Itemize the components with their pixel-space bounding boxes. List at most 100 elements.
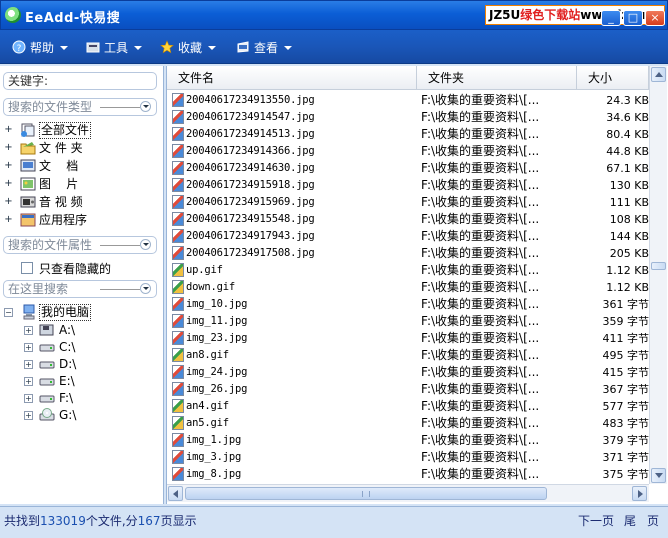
table-row[interactable]: 20040617234915548.jpg F:\收集的重要资料\[... 108 …: [167, 211, 649, 228]
drive-item[interactable]: + A:\: [0, 322, 160, 339]
file-size-cell: 130 KB: [609, 179, 649, 192]
file-size-cell: 80.4 KB: [606, 128, 649, 141]
drive-label: G:\: [59, 408, 77, 422]
file-size-cell: 375 字节: [602, 468, 650, 481]
table-row[interactable]: img_8.jpg F:\收集的重要资料\[... 375 字节: [167, 466, 649, 483]
location-combo[interactable]: 在这里搜索: [3, 280, 157, 298]
file-attr-combo[interactable]: 搜索的文件属性: [3, 236, 157, 254]
table-row[interactable]: img_24.jpg F:\收集的重要资料\[... 415 字节: [167, 364, 649, 381]
table-row[interactable]: img_10.jpg F:\收集的重要资料\[... 361 字节: [167, 296, 649, 313]
drive-label: A:\: [59, 323, 76, 337]
table-row[interactable]: 20040617234914630.jpg F:\收集的重要资料\[... 67.1…: [167, 160, 649, 177]
drive-item[interactable]: + G:\: [0, 407, 160, 424]
table-row[interactable]: 20040617234915969.jpg F:\收集的重要资料\[... 111 …: [167, 194, 649, 211]
drive-item[interactable]: + E:\: [0, 373, 160, 390]
file-type-item[interactable]: + 图 片: [0, 176, 160, 193]
file-type-item[interactable]: + 文 档: [0, 158, 160, 175]
file-type-item[interactable]: + 音 视 频: [0, 194, 160, 211]
scroll-thumb[interactable]: [651, 262, 666, 270]
expand-icon[interactable]: +: [24, 394, 33, 403]
horizontal-scrollbar[interactable]: [167, 484, 649, 502]
scroll-up-button[interactable]: [651, 67, 666, 82]
drive-item[interactable]: + D:\: [0, 356, 160, 373]
last-page-link[interactable]: 尾: [624, 512, 636, 529]
file-type-combo[interactable]: 搜索的文件类型: [3, 98, 157, 116]
column-size[interactable]: 大小: [577, 66, 649, 90]
expand-icon[interactable]: +: [24, 343, 33, 352]
jpg-file-icon: [172, 297, 184, 311]
close-icon[interactable]: ×: [645, 10, 665, 26]
column-folder[interactable]: 文件夹: [417, 66, 577, 90]
menu-view[interactable]: 查看: [236, 39, 293, 57]
vertical-scrollbar[interactable]: [649, 66, 667, 484]
file-size-cell: 367 字节: [602, 383, 650, 396]
drive-item[interactable]: + C:\: [0, 339, 160, 356]
chevron-down-icon[interactable]: [140, 101, 151, 112]
file-type-label: 图 片: [39, 177, 79, 191]
next-page-link[interactable]: 下一页: [578, 512, 614, 529]
table-row[interactable]: 20040617234917508.jpg F:\收集的重要资料\[... 205 …: [167, 245, 649, 262]
table-row[interactable]: 20040617234914547.jpg F:\收集的重要资料\[... 34.6…: [167, 109, 649, 126]
expand-icon[interactable]: +: [4, 197, 13, 207]
menu-tools[interactable]: 工具: [86, 39, 143, 57]
table-row[interactable]: img_3.jpg F:\收集的重要资料\[... 371 字节: [167, 449, 649, 466]
hidden-only-checkbox[interactable]: [21, 262, 33, 274]
table-row[interactable]: down.gif F:\收集的重要资料\[... 1.12 KB: [167, 279, 649, 296]
table-row[interactable]: img_23.jpg F:\收集的重要资料\[... 411 字节: [167, 330, 649, 347]
result-summary: 共找到133019个文件,分167页显示: [4, 512, 197, 529]
table-row[interactable]: 20040617234914513.jpg F:\收集的重要资料\[... 80.4…: [167, 126, 649, 143]
table-row[interactable]: img_26.jpg F:\收集的重要资料\[... 367 字节: [167, 381, 649, 398]
keyword-input[interactable]: 关键字:: [3, 72, 157, 90]
column-name[interactable]: 文件名: [167, 66, 417, 90]
scroll-down-button[interactable]: [651, 468, 666, 483]
drive-item[interactable]: + F:\: [0, 390, 160, 407]
menu-help[interactable]: ? 帮助: [12, 39, 69, 57]
expand-icon[interactable]: +: [4, 161, 13, 171]
menu-favorites[interactable]: 收藏: [160, 39, 217, 57]
file-type-item[interactable]: + 全部文件: [0, 122, 160, 139]
table-row[interactable]: an5.gif F:\收集的重要资料\[... 483 字节: [167, 415, 649, 432]
table-row[interactable]: 20040617234913550.jpg F:\收集的重要资料\[... 24.3…: [167, 92, 649, 109]
maximize-icon[interactable]: □: [623, 10, 643, 26]
file-name-cell: up.gif: [186, 264, 223, 276]
chevron-down-icon[interactable]: [140, 283, 151, 294]
table-row[interactable]: 20040617234914366.jpg F:\收集的重要资料\[... 44.8…: [167, 143, 649, 160]
chevron-down-icon[interactable]: [140, 239, 151, 250]
hard-drive-icon: [39, 395, 55, 403]
tree-my-computer-label: 我的电脑: [39, 304, 92, 321]
scroll-right-button[interactable]: [632, 486, 647, 501]
file-size-cell: 34.6 KB: [606, 111, 649, 124]
file-folder-cell: F:\收集的重要资料\[...: [421, 382, 540, 396]
expand-icon[interactable]: +: [4, 179, 13, 189]
minimize-icon[interactable]: _: [601, 10, 621, 26]
media-icon: [20, 196, 36, 208]
combo-divider: [100, 289, 140, 290]
file-size-cell: 67.1 KB: [606, 162, 649, 175]
file-folder-cell: F:\收集的重要资料\[...: [421, 450, 540, 464]
table-row[interactable]: up.gif F:\收集的重要资料\[... 1.12 KB: [167, 262, 649, 279]
page-link[interactable]: 页: [647, 512, 659, 529]
collapse-icon[interactable]: −: [4, 308, 13, 317]
table-row[interactable]: 20040617234917943.jpg F:\收集的重要资料\[... 144 …: [167, 228, 649, 245]
table-row[interactable]: img_1.jpg F:\收集的重要资料\[... 379 字节: [167, 432, 649, 449]
table-row[interactable]: an4.gif F:\收集的重要资料\[... 577 字节: [167, 398, 649, 415]
chevron-down-icon: [60, 46, 69, 50]
expand-icon[interactable]: +: [24, 377, 33, 386]
expand-icon[interactable]: +: [24, 326, 33, 335]
table-row[interactable]: an8.gif F:\收集的重要资料\[... 495 字节: [167, 347, 649, 364]
file-type-item[interactable]: + 文 件 夹: [0, 140, 160, 157]
horizontal-scroll-thumb[interactable]: [185, 487, 547, 500]
tree-my-computer[interactable]: − 我的电脑: [0, 304, 160, 321]
file-name-cell: 20040617234915969.jpg: [186, 196, 315, 208]
gif-file-icon: [172, 348, 184, 362]
file-size-cell: 24.3 KB: [606, 94, 649, 107]
expand-icon[interactable]: +: [4, 215, 13, 225]
table-row[interactable]: img_11.jpg F:\收集的重要资料\[... 359 字节: [167, 313, 649, 330]
expand-icon[interactable]: +: [24, 360, 33, 369]
expand-icon[interactable]: +: [24, 411, 33, 420]
expand-icon[interactable]: +: [4, 143, 13, 153]
table-row[interactable]: 20040617234915918.jpg F:\收集的重要资料\[... 130 …: [167, 177, 649, 194]
expand-icon[interactable]: +: [4, 125, 13, 135]
scroll-left-button[interactable]: [168, 486, 183, 501]
file-type-item[interactable]: + 应用程序: [0, 212, 160, 229]
